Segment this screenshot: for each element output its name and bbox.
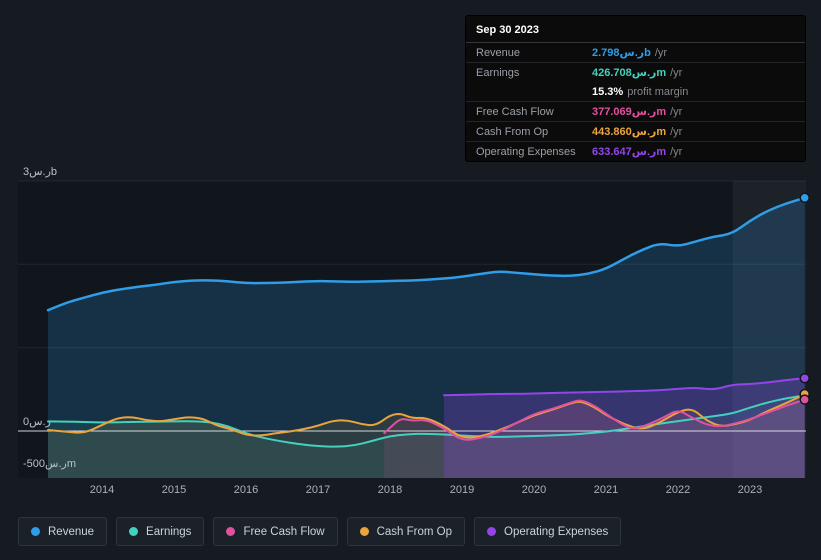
tooltip-row-value: 426.708ر.سm	[592, 67, 667, 79]
x-axis-label: 2022	[665, 484, 691, 496]
tooltip-rows: Revenue 2.798ر.سb/yr Earnings 426.708ر.سm/y…	[466, 43, 805, 161]
x-axis-label: 2020	[521, 484, 547, 496]
y-axis-label: 0ر.س	[23, 416, 51, 428]
tooltip-row-value: 15.3%	[592, 85, 624, 98]
tooltip-row-label: Free Cash Flow	[476, 105, 554, 118]
legend-item-free_cash_flow[interactable]: Free Cash Flow	[213, 517, 338, 546]
data-tooltip: Sep 30 2023 Revenue 2.798ر.سb/yr Earnings 4…	[466, 16, 805, 161]
tooltip-row: Free Cash Flow 377.069ر.سm/yr	[466, 102, 805, 122]
x-axis-label: 2018	[377, 484, 403, 496]
tooltip-row: Operating Expenses 633.647ر.سm/yr	[466, 142, 805, 161]
tooltip-row-label: Revenue	[476, 46, 521, 59]
legend-item-cash_from_op[interactable]: Cash From Op	[346, 517, 466, 546]
legend-item-operating_expenses[interactable]: Operating Expenses	[474, 517, 622, 546]
earnings-legend-dot	[129, 527, 139, 536]
x-axis-label: 2015	[161, 484, 187, 496]
tooltip-row-value: 633.647ر.سm	[592, 146, 667, 158]
y-axis-label: -500ر.سm	[23, 457, 76, 470]
tooltip-row-suffix: /yr	[670, 66, 683, 79]
chart-legend: Revenue Earnings Free Cash Flow Cash From O…	[18, 517, 622, 546]
financials-chart-panel: 3ر.سb 0ر.س -500ر.سm 2014 2015 2016 2017 2018 201…	[0, 0, 821, 560]
tooltip-row-label: Operating Expenses	[476, 145, 576, 158]
legend-item-label: Cash From Op	[376, 525, 453, 538]
tooltip-row: 15.3% profit margin	[466, 82, 805, 102]
legend-item-revenue[interactable]: Revenue	[18, 517, 108, 546]
free_cash_flow-legend-dot	[226, 527, 236, 536]
y-axis-label: 3ر.سb	[23, 166, 58, 178]
revenue-end-dot	[799, 192, 810, 204]
tooltip-row-suffix: /yr	[670, 125, 683, 138]
tooltip-row: Cash From Op 443.860ر.سm/yr	[466, 122, 805, 142]
tooltip-date: Sep 30 2023	[466, 16, 805, 43]
legend-item-label: Operating Expenses	[504, 525, 609, 538]
tooltip-row-label: Earnings	[476, 66, 520, 79]
cash_from_op-legend-dot	[359, 527, 369, 536]
operating_expenses-legend-dot	[487, 527, 497, 536]
tooltip-row-suffix: profit margin	[627, 85, 689, 98]
tooltip-row-suffix: /yr	[670, 105, 683, 118]
free_cash_flow-end-dot	[799, 394, 810, 405]
x-axis-label: 2021	[593, 484, 619, 496]
tooltip-row-label: Cash From Op	[476, 125, 549, 138]
tooltip-row-suffix: /yr	[670, 145, 683, 158]
legend-item-label: Revenue	[48, 525, 95, 538]
tooltip-row: Earnings 426.708ر.سm/yr	[466, 63, 805, 82]
x-axis-label: 2019	[449, 484, 475, 496]
legend-item-label: Earnings	[146, 525, 192, 538]
tooltip-row: Revenue 2.798ر.سb/yr	[466, 43, 805, 63]
x-axis-label: 2023	[737, 484, 763, 496]
tooltip-row-value: 377.069ر.سm	[592, 106, 667, 118]
x-axis-label: 2017	[305, 484, 331, 496]
x-axis-label: 2016	[233, 484, 259, 496]
revenue-legend-dot	[31, 527, 40, 536]
legend-item-earnings[interactable]: Earnings	[116, 517, 205, 546]
operating_expenses-end-dot	[799, 372, 810, 384]
tooltip-row-suffix: /yr	[654, 46, 668, 59]
x-axis-label: 2014	[89, 484, 115, 496]
legend-item-label: Free Cash Flow	[243, 525, 325, 538]
tooltip-row-value: 443.860ر.سm	[592, 126, 667, 138]
tooltip-row-value: 2.798ر.سb	[592, 47, 651, 59]
